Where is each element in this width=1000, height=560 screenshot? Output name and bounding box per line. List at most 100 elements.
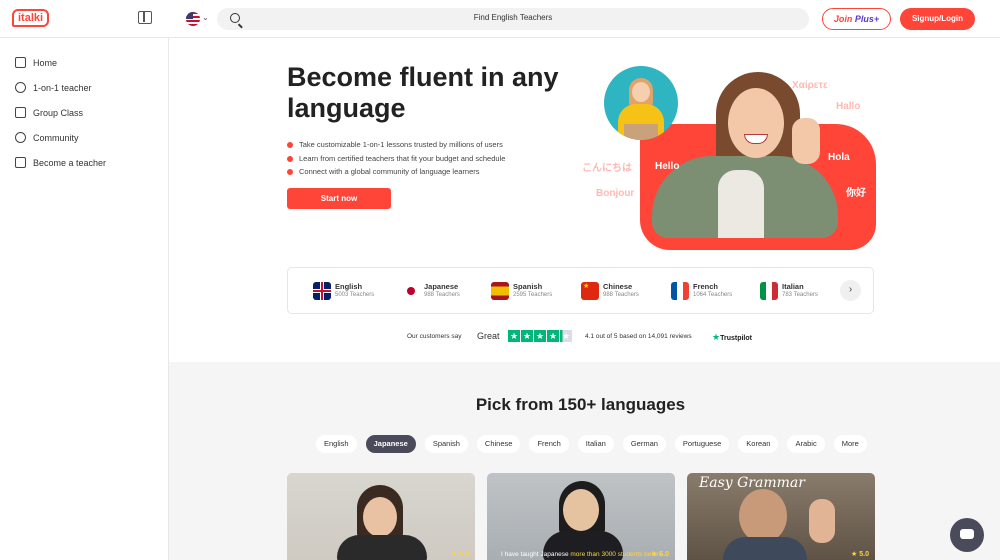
search-bar[interactable]: Find English Teachers bbox=[217, 8, 809, 30]
greeting-japanese: こんにちは bbox=[582, 163, 632, 174]
chip-arabic[interactable]: Arabic bbox=[787, 435, 825, 453]
chevron-down-icon[interactable]: ⌄ bbox=[202, 13, 209, 22]
hero-illustration: Χαίρετε Hallo こんにちは Hello Hola 你好 Bonjou… bbox=[580, 60, 880, 260]
video-caption: I have taught Japanese more than 3000 st… bbox=[501, 551, 663, 558]
greeting-french: Bonjour bbox=[596, 188, 635, 199]
italki-logo[interactable]: italki bbox=[12, 9, 50, 27]
woman-top bbox=[718, 170, 764, 238]
video-title: Easy Grammar bbox=[699, 475, 805, 491]
sidebar-item-group-class[interactable]: Group Class bbox=[15, 106, 83, 120]
trustpilot-star-icon: ★ bbox=[712, 332, 721, 342]
teacher-count: 2595 Teachers bbox=[513, 292, 553, 298]
sidebar-item-1on1-teacher[interactable]: 1-on-1 teacher bbox=[15, 81, 92, 95]
greeting-spanish: Hola bbox=[828, 152, 850, 163]
language-filter-chips: English Japanese Spanish Chinese French Itali… bbox=[316, 435, 876, 453]
language-name: Italian bbox=[782, 282, 804, 291]
uk-flag-icon bbox=[313, 282, 331, 300]
chip-german[interactable]: German bbox=[622, 435, 666, 453]
chip-french[interactable]: French bbox=[529, 435, 569, 453]
star-icon: ★ bbox=[547, 330, 559, 342]
teacher-count: 5003 Teachers bbox=[335, 292, 375, 298]
chevron-right-icon[interactable]: › bbox=[840, 280, 861, 301]
sidebar-item-become-teacher[interactable]: Become a teacher bbox=[15, 156, 106, 170]
rating-word: Great bbox=[477, 331, 500, 341]
teacher-icon bbox=[15, 82, 26, 94]
teacher-video-card[interactable]: Easy Grammar ★ 5.0 bbox=[687, 473, 875, 560]
chat-support-icon[interactable] bbox=[950, 518, 984, 552]
teacher-face bbox=[363, 497, 397, 537]
join-label: Join bbox=[833, 14, 853, 24]
hero-bullet-list: Take customizable 1-on-1 lessons trusted… bbox=[287, 140, 505, 181]
home-icon bbox=[15, 57, 26, 69]
china-flag-icon bbox=[581, 282, 599, 300]
star-rating: ★ ★ ★ ★ ★ bbox=[508, 330, 573, 343]
join-plus-button[interactable]: Join Plus+ bbox=[822, 8, 891, 30]
hero-bullet: Connect with a global community of langu… bbox=[287, 167, 505, 181]
greeting-chinese: 你好 bbox=[846, 188, 866, 199]
language-name: Chinese bbox=[603, 282, 633, 291]
signup-login-button[interactable]: Signup/Login bbox=[900, 8, 975, 30]
caption-start: I have taught Japanese bbox=[501, 551, 571, 558]
woman-face bbox=[728, 88, 784, 158]
sidebar-item-community[interactable]: Community bbox=[15, 131, 79, 145]
teacher-count: 1064 Teachers bbox=[693, 292, 733, 298]
plus-label: Plus+ bbox=[854, 14, 880, 24]
chip-italian[interactable]: Italian bbox=[577, 435, 614, 453]
teacher-count: 988 Teachers bbox=[603, 292, 639, 298]
left-sidebar: Home 1-on-1 teacher Group Class Communit… bbox=[0, 38, 169, 560]
teacher-face bbox=[563, 489, 599, 531]
chip-more[interactable]: More bbox=[833, 435, 867, 453]
japan-flag-icon bbox=[402, 282, 420, 300]
teacher-face bbox=[739, 489, 787, 543]
trustpilot-brand: Trustpilot bbox=[720, 335, 752, 342]
teacher-rating: ★ 5.0 bbox=[651, 551, 669, 558]
group-class-icon bbox=[15, 107, 26, 119]
star-icon: ★ bbox=[508, 330, 520, 342]
star-icon: ★ bbox=[521, 330, 533, 342]
top-bar: italki ⌄ Find English Teachers Join Plus… bbox=[0, 0, 1000, 38]
italy-flag-icon bbox=[760, 282, 778, 300]
chip-spanish[interactable]: Spanish bbox=[424, 435, 468, 453]
teacher-body bbox=[337, 535, 427, 560]
search-input[interactable]: Find English Teachers bbox=[217, 13, 809, 22]
us-flag-icon[interactable] bbox=[186, 12, 200, 26]
kid-face bbox=[632, 82, 650, 102]
student-avatar-circle bbox=[604, 66, 678, 140]
waving-hand bbox=[792, 118, 820, 164]
trustpilot-logo: ★Trustpilot bbox=[712, 332, 752, 343]
sidebar-item-label: Become a teacher bbox=[33, 158, 107, 168]
teacher-count: 783 Teachers bbox=[782, 292, 818, 298]
teacher-rating: ★ 5.0 bbox=[851, 551, 869, 558]
language-name: French bbox=[693, 282, 719, 291]
sidebar-toggle-icon[interactable] bbox=[138, 11, 152, 24]
hero-title: Become fluent in any language bbox=[287, 62, 559, 123]
sidebar-item-home[interactable]: Home bbox=[15, 56, 57, 70]
teacher-video-card[interactable]: ★ 5.0 bbox=[287, 473, 475, 560]
section-title: Pick from 150+ languages bbox=[475, 395, 686, 414]
chip-japanese[interactable]: Japanese bbox=[365, 435, 416, 453]
teacher-hand bbox=[809, 499, 835, 543]
review-score: 4.1 out of 5 based on 14,091 reviews bbox=[585, 333, 692, 340]
spain-flag-icon bbox=[491, 282, 509, 300]
greeting-german: Hallo bbox=[836, 101, 861, 112]
hero-bullet: Take customizable 1-on-1 lessons trusted… bbox=[287, 140, 505, 154]
caption-highlight: more than 3000 students before bbox=[570, 551, 663, 558]
hero-bullet: Learn from certified teachers that fit y… bbox=[287, 154, 505, 168]
star-icon: ★ bbox=[534, 330, 546, 342]
teacher-count: 988 Teachers bbox=[424, 292, 460, 298]
teacher-body bbox=[723, 537, 807, 560]
star-icon: ★ bbox=[560, 330, 572, 342]
chip-english[interactable]: English bbox=[316, 435, 357, 453]
language-name: Japanese bbox=[424, 282, 459, 291]
start-now-button[interactable]: Start now bbox=[287, 188, 391, 209]
chip-portuguese[interactable]: Portuguese bbox=[674, 435, 730, 453]
laptop bbox=[624, 124, 658, 140]
sidebar-item-label: 1-on-1 teacher bbox=[33, 83, 92, 93]
chip-korean[interactable]: Korean bbox=[738, 435, 779, 453]
france-flag-icon bbox=[671, 282, 689, 300]
language-strip: English 5003 Teachers Japanese 988 Teach… bbox=[287, 267, 874, 314]
sidebar-item-label: Group Class bbox=[33, 108, 84, 118]
customers-say-label: Our customers say bbox=[407, 333, 462, 340]
teacher-video-card[interactable]: I have taught Japanese more than 3000 st… bbox=[487, 473, 675, 560]
chip-chinese[interactable]: Chinese bbox=[476, 435, 521, 453]
